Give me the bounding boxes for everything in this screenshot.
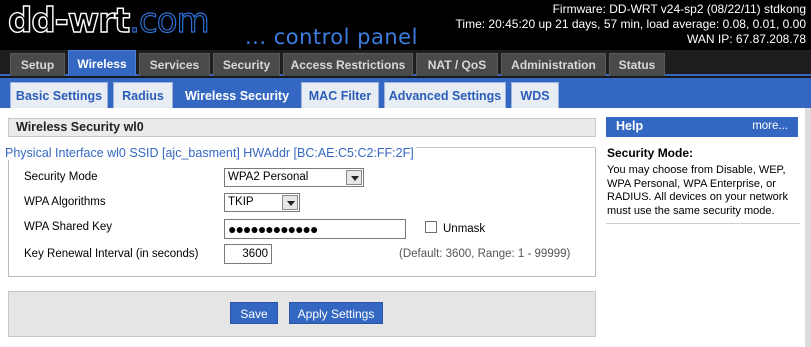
tab-status[interactable]: Status — [609, 53, 665, 76]
scrollbar-track[interactable] — [805, 108, 811, 347]
wpa-algorithms-label: WPA Algorithms — [24, 196, 106, 208]
key-renewal-hint: (Default: 3600, Range: 1 - 99999) — [399, 248, 571, 260]
subtab-basic-settings[interactable]: Basic Settings — [10, 82, 108, 108]
interface-legend: Physical Interface wl0 SSID [ajc_basment… — [3, 146, 416, 160]
section-title: Wireless Security wl0 — [16, 120, 144, 134]
firmware-info: Firmware: DD-WRT v24-sp2 (08/22/11) stdk… — [552, 2, 806, 16]
tab-services[interactable]: Services — [139, 53, 210, 76]
subtab-mac-filter[interactable]: MAC Filter — [301, 82, 379, 108]
control-panel-tagline: ... control panel — [245, 25, 418, 49]
subtab-advanced-settings[interactable]: Advanced Settings — [384, 82, 506, 108]
chevron-down-icon — [346, 170, 362, 185]
subtab-radius[interactable]: Radius — [113, 82, 173, 108]
help-title-bar: Help more... — [606, 117, 798, 137]
tab-access-restrictions[interactable]: Access Restrictions — [283, 53, 413, 76]
logo-suffix: .com — [129, 1, 211, 41]
main-tab-bar: Setup Wireless Services Security Access … — [0, 50, 811, 76]
subtab-wireless-security[interactable]: Wireless Security — [178, 82, 296, 108]
unmask-checkbox[interactable] — [425, 221, 437, 233]
tab-nat-qos[interactable]: NAT / QoS — [416, 53, 498, 76]
help-more-link[interactable]: more... — [752, 120, 788, 132]
header: dd-wrt.com ... control panel Firmware: D… — [0, 0, 811, 50]
help-text: You may choose from Disable, WEP, WPA Pe… — [607, 164, 788, 217]
content-area: Wireless Security wl0 Physical Interface… — [0, 108, 811, 347]
wpa-shared-key-input[interactable]: ●●●●●●●●●●●● — [224, 219, 406, 239]
system-info: Firmware: DD-WRT v24-sp2 (08/22/11) stdk… — [456, 2, 806, 47]
key-renewal-input[interactable]: 3600 — [224, 244, 272, 264]
subtab-wds[interactable]: WDS — [511, 82, 559, 108]
save-button[interactable]: Save — [230, 302, 278, 324]
wpa-shared-key-label: WPA Shared Key — [24, 221, 112, 233]
tab-security[interactable]: Security — [213, 53, 280, 76]
wpa-algorithms-value: TKIP — [228, 196, 254, 208]
key-renewal-label: Key Renewal Interval (in seconds) — [24, 248, 199, 260]
security-mode-select[interactable]: WPA2 Personal — [224, 168, 364, 187]
chevron-down-icon — [282, 195, 298, 210]
sub-tab-bar: Basic Settings Radius Wireless Security … — [0, 78, 811, 108]
ddwrt-logo: dd-wrt.com — [7, 1, 211, 41]
tab-administration[interactable]: Administration — [501, 53, 606, 76]
apply-settings-button[interactable]: Apply Settings — [289, 302, 383, 324]
wpa-algorithms-select[interactable]: TKIP — [224, 193, 300, 212]
tab-wireless[interactable]: Wireless — [68, 50, 136, 76]
tab-setup[interactable]: Setup — [10, 53, 65, 76]
help-divider — [606, 223, 800, 224]
security-mode-label: Security Mode — [24, 171, 98, 183]
help-title: Help — [616, 119, 644, 133]
help-heading: Security Mode: — [607, 146, 694, 160]
section-title-bar: Wireless Security wl0 — [8, 118, 596, 137]
button-bar: Save Apply Settings — [8, 291, 596, 337]
security-mode-value: WPA2 Personal — [228, 171, 309, 183]
uptime-info: Time: 20:45:20 up 21 days, 57 min, load … — [455, 17, 806, 31]
wan-ip-info: WAN IP: 67.87.208.78 — [687, 32, 806, 46]
unmask-label: Unmask — [443, 223, 486, 235]
logo-main: dd-wrt — [7, 1, 131, 41]
